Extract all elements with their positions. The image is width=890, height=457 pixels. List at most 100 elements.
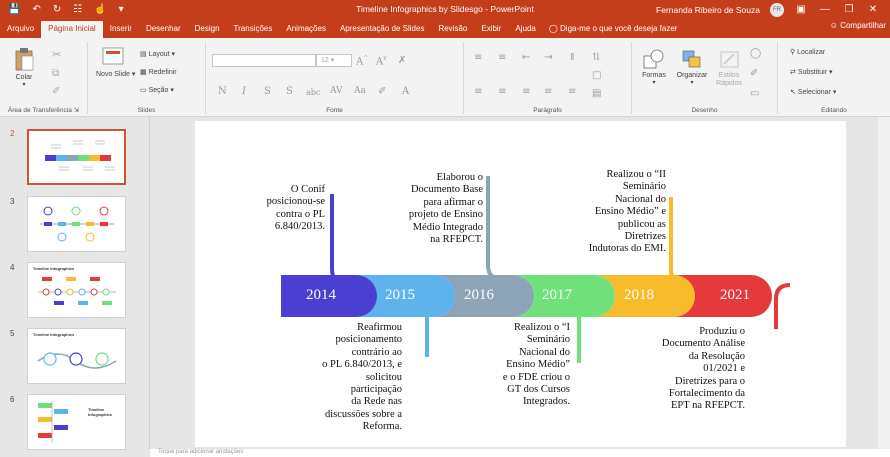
start-presentation-icon[interactable]: ☷ [73,4,82,15]
shape-effects-icon[interactable]: ▭ [750,88,759,99]
arrange-button[interactable]: Organizar ▾ [674,48,710,86]
increase-indent-icon[interactable]: ⇥ [544,52,552,63]
replace-button[interactable]: ⇄ Substituir ▾ [790,68,832,76]
connector-2016 [486,176,502,281]
align-text-icon[interactable]: □ [592,70,601,81]
slide-thumbnail-5[interactable]: Timeline Infographics [27,328,126,384]
minimize-icon[interactable]: — [818,4,832,15]
decrease-font-icon[interactable]: Av [376,55,387,67]
decrease-indent-icon[interactable]: ⇤ [522,52,530,63]
align-right-icon[interactable]: ≡ [522,86,530,97]
select-button[interactable]: ↖ Selecionar ▾ [790,88,836,96]
year-label-2015: 2015 [385,287,415,303]
customize-qat-icon[interactable]: ▾ [119,4,124,15]
shapes-button[interactable]: Formas ▾ [636,48,672,86]
tab-slide-show[interactable]: Apresentação de Slides [333,21,432,38]
shape-fill-icon[interactable]: ◯ [750,48,761,59]
find-button[interactable]: ⚲ Localizar [790,48,825,56]
slide-canvas[interactable]: 2014 2015 2016 2017 2018 2021 O Conif pos… [195,121,846,447]
reset-icon: ▦ [140,69,147,76]
slide-thumbnails-panel[interactable]: 2 3 4 Timeline Infographics 5 Timeline I… [0,117,150,450]
restore-icon[interactable]: ❐ [842,4,856,15]
tab-draw[interactable]: Desenhar [139,21,188,38]
event-text-2016: Elaborou o Documento Base para afirmar o pr… [408,172,483,246]
thumbnail-number: 3 [10,197,15,206]
avatar[interactable]: FR [770,2,784,17]
numbering-icon[interactable]: ≡ [498,52,506,63]
thumbnail-number: 6 [10,395,15,404]
slide-thumbnail-4[interactable]: Timeline Infographics [27,262,126,318]
shadow-icon[interactable]: S [286,86,293,97]
close-icon[interactable]: ✕ [866,4,880,15]
italic-icon[interactable]: I [242,86,246,97]
char-spacing-icon[interactable]: AV [330,86,343,96]
tell-me-search[interactable]: ◯ Diga-me o que você deseja fazer [543,21,678,38]
justify-icon[interactable]: ≡ [544,86,552,97]
strikethrough-icon[interactable]: abc [306,88,320,97]
user-name[interactable]: Fernanda Ribeiro de Souza [656,5,760,15]
tab-animations[interactable]: Animações [279,21,333,38]
year-label-2014: 2014 [306,287,336,303]
highlight-icon[interactable]: ✐ [378,86,386,97]
line-spacing-icon[interactable]: ⇕ [568,52,576,63]
thumbnail-number: 4 [10,263,15,272]
font-color-icon[interactable]: A [402,86,409,97]
font-group-label: Fonte [326,107,343,114]
connector-2021 [774,283,791,329]
text-direction-icon[interactable]: ⇅ [592,52,600,63]
layout-button[interactable]: ▤ Layout ▾ [140,50,175,58]
quick-styles-button[interactable]: Estilos Rápidos [712,48,748,88]
thumbnail-number: 5 [10,329,15,338]
slide-thumbnail-6[interactable]: Timeline Infographics [27,394,126,450]
slide-thumbnail-3[interactable] [27,196,126,252]
font-size-input[interactable]: 12 ▾ [316,54,352,67]
font-name-input[interactable] [212,54,316,67]
shapes-label: Formas [642,72,666,79]
clear-formatting-icon[interactable]: ✗ [398,55,406,66]
tab-help[interactable]: Ajuda [508,21,542,38]
notes-placeholder: Toque para adicionar anotações [158,449,244,455]
quick-styles-icon [720,51,739,68]
align-left-icon[interactable]: ≡ [474,86,482,97]
font-group: 12 ▾ A^ Av ✗ N I S S abc AV Aa ✐ A Fonte [206,42,464,114]
new-slide-button[interactable]: Novo Slide ▾ [96,46,135,79]
thumbnail-graphic [40,206,114,242]
tab-review[interactable]: Revisão [431,21,474,38]
paste-button[interactable]: Colar ▾ [6,46,42,88]
shape-outline-icon[interactable]: ✐ [750,68,758,79]
ribbon-tabs: Arquivo Página Inicial Inserir Desenhar … [0,19,890,38]
share-button[interactable]: ☺ Compartilhar [830,21,886,30]
quick-styles-label: Estilos Rápidos [716,72,742,87]
notes-pane[interactable]: Toque para adicionar anotações [150,449,890,457]
tab-view[interactable]: Exibir [474,21,508,38]
thumbnail-graphic [37,352,117,369]
tab-design[interactable]: Design [188,21,227,38]
tab-home[interactable]: Página Inicial [41,21,103,38]
bullets-icon[interactable]: ≡ [474,52,482,63]
tab-file[interactable]: Arquivo [0,21,41,38]
editing-group: ⚲ Localizar ⇄ Substituir ▾ ↖ Selecionar … [778,42,890,114]
vertical-scrollbar[interactable] [878,117,890,449]
touch-mode-icon[interactable]: ☝ [94,4,106,15]
section-button[interactable]: ▭ Seção ▾ [140,86,174,94]
change-case-icon[interactable]: Aa [354,86,366,96]
undo-icon[interactable]: ↶ [32,4,40,15]
align-center-icon[interactable]: ≡ [498,86,506,97]
tab-transitions[interactable]: Transições [227,21,280,38]
drawing-group-label: Desenho [691,107,718,114]
ribbon-display-options-icon[interactable]: ▣ [794,4,808,15]
cut-icon[interactable]: ✂ [52,48,61,61]
increase-font-icon[interactable]: A^ [356,55,368,67]
slide-thumbnail-2[interactable] [27,129,126,185]
reset-button[interactable]: ▦ Redefinir [140,68,177,76]
format-painter-icon[interactable]: ✐ [52,86,60,97]
bold-icon[interactable]: N [218,86,227,97]
save-icon[interactable]: 💾 [8,4,20,15]
underline-icon[interactable]: S [264,86,271,97]
tab-insert[interactable]: Inserir [103,21,139,38]
redo-icon[interactable]: ↻ [53,4,61,15]
copy-icon[interactable]: ⧉ [52,68,59,79]
columns-icon[interactable]: ≡ [568,86,576,97]
cursor-icon: ↖ [790,89,796,96]
smartart-icon[interactable]: ▤ [592,88,601,99]
